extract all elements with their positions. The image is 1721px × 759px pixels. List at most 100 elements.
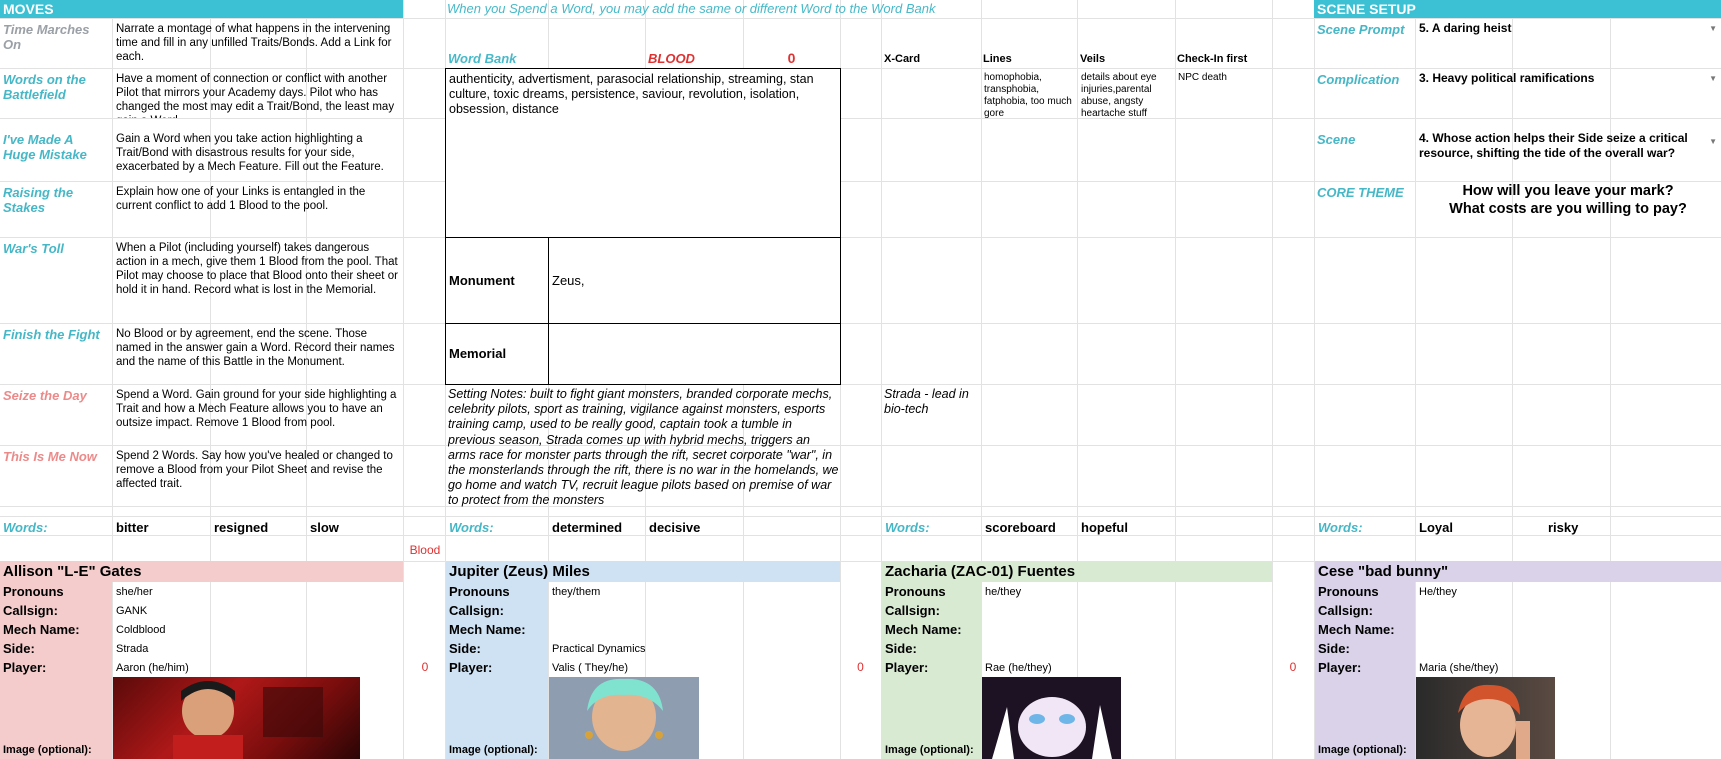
- player-label: Player:: [1318, 660, 1362, 675]
- side-value[interactable]: Practical Dynamics: [549, 639, 839, 658]
- move-desc: Gain a Word when you take action highlig…: [116, 133, 384, 173]
- chevron-down-icon[interactable]: ▼: [1709, 134, 1717, 149]
- pilot-1-word[interactable]: slow: [307, 516, 403, 535]
- image-label: Image (optional):: [3, 744, 92, 756]
- image-label: Image (optional):: [449, 744, 538, 756]
- blood-pool-value[interactable]: 0: [743, 50, 840, 67]
- pilot-name[interactable]: Cese "bad bunny": [1315, 561, 1721, 582]
- pilot-name[interactable]: Zacharia (ZAC-01) Fuentes: [882, 561, 1272, 582]
- core-theme-line-2: What costs are you willing to pay?: [1449, 201, 1687, 217]
- pilot-portrait[interactable]: [1416, 677, 1555, 759]
- pilot-blood-count[interactable]: 0: [840, 658, 881, 677]
- pilot-blood-count[interactable]: 0: [404, 658, 446, 677]
- mech-name-value[interactable]: [549, 620, 839, 639]
- callsign-value[interactable]: [1416, 601, 1706, 620]
- pilot-blood-count[interactable]: 0: [1272, 658, 1314, 677]
- pilot-1-word[interactable]: resigned: [211, 516, 306, 535]
- side-label: Side:: [1318, 641, 1350, 656]
- player-value[interactable]: Valis ( They/he): [549, 658, 839, 677]
- side-label: Side:: [449, 641, 481, 656]
- pronouns-value[interactable]: she/her: [113, 582, 403, 601]
- portrait-figure: [1458, 684, 1530, 759]
- side-value[interactable]: Strada: [113, 639, 403, 658]
- callsign-value[interactable]: [982, 601, 1272, 620]
- scene-setup-header: SCENE SETUP: [1314, 0, 1721, 18]
- pilot-2-word[interactable]: determined: [549, 516, 645, 535]
- veils-label: Veils: [1080, 53, 1106, 65]
- portrait-figure: [992, 697, 1112, 759]
- player-value[interactable]: Aaron (he/him): [113, 658, 403, 677]
- word-bank-box[interactable]: authenticity, advertisment, parasocial r…: [445, 68, 841, 238]
- move-name: Seize the Day: [3, 388, 87, 403]
- pilot-2-word[interactable]: decisive: [646, 516, 743, 535]
- player-label: Player:: [3, 660, 47, 675]
- xcard-label: X-Card: [884, 53, 921, 65]
- complication-select[interactable]: 3. Heavy political ramifications ▼: [1417, 70, 1721, 90]
- pilot-4-word[interactable]: Loyal: [1416, 516, 1512, 535]
- scene-prompt-select[interactable]: 5. A daring heist ▼: [1417, 20, 1721, 40]
- player-value[interactable]: Maria (she/they): [1416, 658, 1706, 677]
- pronouns-value[interactable]: he/they: [982, 582, 1272, 601]
- setting-notes[interactable]: Setting Notes: built to fight giant mons…: [448, 387, 840, 507]
- pilot-3-words-label: Words:: [885, 520, 930, 535]
- callsign-value[interactable]: GANK: [113, 601, 403, 620]
- pilot-1-words-label: Words:: [3, 520, 48, 535]
- pilot-3-word[interactable]: hopeful: [1078, 516, 1175, 535]
- blood-column-label: Blood: [409, 543, 441, 557]
- pronouns-value[interactable]: they/them: [549, 582, 839, 601]
- core-theme-line-1: How will you leave your mark?: [1462, 183, 1674, 199]
- monument-text: Zeus,: [552, 273, 585, 288]
- mech-name-value[interactable]: [982, 620, 1272, 639]
- mech-name-value[interactable]: [1416, 620, 1706, 639]
- callsign-label: Callsign:: [1318, 603, 1373, 618]
- move-desc: When a Pilot (including yourself) takes …: [116, 242, 398, 296]
- veils-value[interactable]: details about eye injuries,parental abus…: [1079, 70, 1175, 130]
- pilot-3-word[interactable]: scoreboard: [982, 516, 1077, 535]
- move-desc: No Blood or by agreement, end the scene.…: [116, 328, 395, 368]
- pronouns-label: Pronouns: [3, 584, 64, 599]
- pilot-2-words-label: Words:: [449, 520, 494, 535]
- pilot-1-word[interactable]: bitter: [113, 516, 210, 535]
- move-name: Finish the Fight: [3, 327, 100, 342]
- monument-label: Monument: [449, 273, 515, 288]
- move-desc: Narrate a montage of what happens in the…: [116, 23, 392, 63]
- pilot-4-words-label: Words:: [1318, 520, 1363, 535]
- checkin-label: Check-In first: [1177, 53, 1248, 65]
- memorial-label: Memorial: [449, 346, 507, 361]
- player-value[interactable]: Rae (he/they): [982, 658, 1272, 677]
- image-label: Image (optional):: [1318, 744, 1407, 756]
- pronouns-value[interactable]: He/they: [1416, 582, 1706, 601]
- monument-value[interactable]: Zeus,: [548, 237, 841, 324]
- pronouns-label: Pronouns: [1318, 584, 1379, 599]
- chevron-down-icon[interactable]: ▼: [1709, 74, 1717, 83]
- core-theme-label: CORE THEME: [1317, 185, 1404, 200]
- move-name: I've Made A Huge Mistake: [3, 132, 87, 162]
- side-value[interactable]: [982, 639, 1272, 658]
- pilot-portrait[interactable]: [982, 677, 1121, 759]
- callsign-label: Callsign:: [885, 603, 940, 618]
- pilot-portrait[interactable]: [549, 677, 699, 759]
- core-theme-value[interactable]: How will you leave your mark? What costs…: [1415, 182, 1721, 222]
- callsign-label: Callsign:: [3, 603, 58, 618]
- chevron-down-icon[interactable]: ▼: [1709, 24, 1717, 33]
- move-desc: Explain how one of your Links is entangl…: [116, 186, 366, 212]
- move-name: This Is Me Now: [3, 449, 97, 464]
- side-value[interactable]: [1416, 639, 1706, 658]
- pilot-portrait[interactable]: [113, 677, 360, 759]
- portrait-figure: [173, 681, 323, 759]
- scene-question-select[interactable]: 4. Whose action helps their Side seize a…: [1417, 130, 1721, 166]
- move-name: Time Marches On: [3, 22, 90, 52]
- checkin-value[interactable]: NPC death: [1176, 70, 1272, 100]
- mech-name-value[interactable]: Coldblood: [113, 620, 403, 639]
- scene-question-label: Scene Question: [1317, 132, 1373, 149]
- callsign-value[interactable]: [549, 601, 839, 620]
- word-spend-banner: When you Spend a Word, you may add the s…: [447, 1, 936, 16]
- strada-note[interactable]: Strada - lead in bio-tech: [884, 387, 984, 421]
- portrait-figure: [585, 678, 663, 751]
- lines-value[interactable]: homophobia, transphobia, fatphobia, too …: [982, 70, 1077, 130]
- pilot-4-word[interactable]: risky: [1545, 516, 1641, 535]
- memorial-value[interactable]: [548, 323, 841, 385]
- pilot-name[interactable]: Jupiter (Zeus) Miles: [446, 561, 840, 582]
- lines-label: Lines: [983, 53, 1012, 65]
- pilot-name[interactable]: Allison "L-E" Gates: [0, 561, 403, 582]
